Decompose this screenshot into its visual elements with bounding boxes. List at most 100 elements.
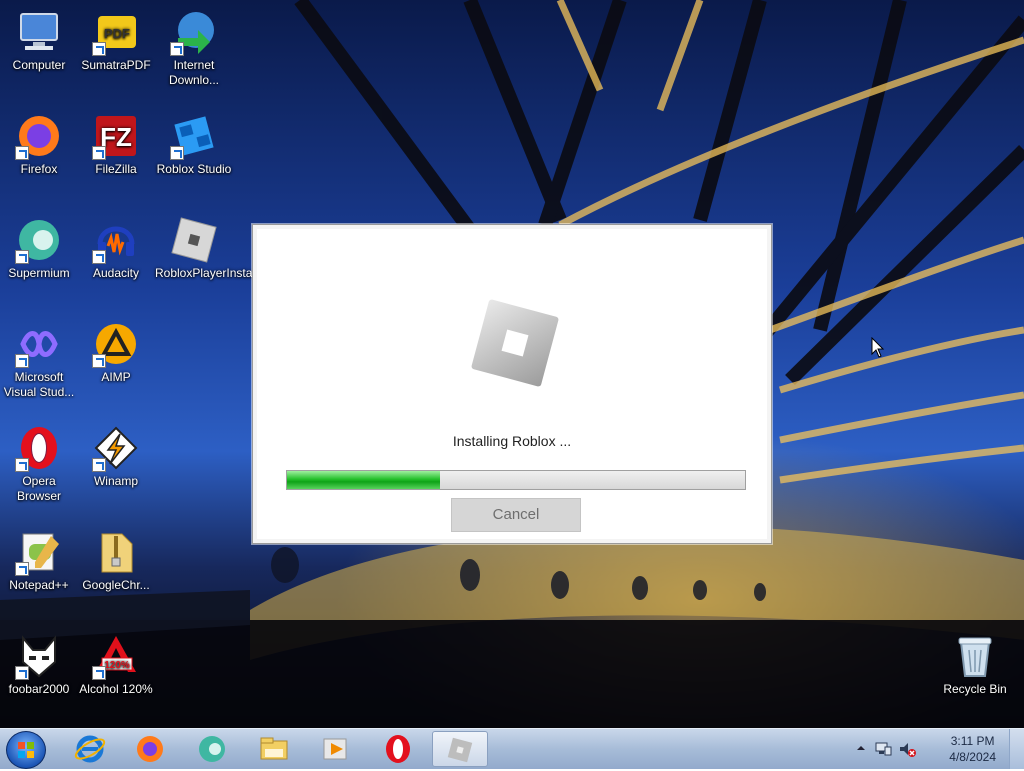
svg-text:PDF: PDF — [104, 26, 130, 41]
show-hidden-icons-chevron-icon[interactable] — [856, 743, 866, 753]
notepad-plus-plus-icon — [15, 528, 63, 576]
taskbar-clock[interactable]: 3:11 PM 4/8/2024 — [949, 733, 996, 765]
install-status-text: Installing Roblox ... — [452, 433, 572, 449]
icon-label: RobloxPlayerInstaller — [155, 266, 269, 280]
network-icon[interactable] — [874, 740, 892, 758]
taskbar-internet-explorer[interactable] — [62, 731, 118, 767]
shortcut-arrow-icon — [92, 354, 106, 368]
desktop-icon-roblox-player-installer[interactable]: RobloxPlayerInstaller — [155, 210, 269, 281]
install-progress-bar — [286, 470, 746, 490]
icon-label: foobar2000 — [8, 682, 70, 696]
desktop-icon-notepad-plus-plus[interactable]: Notepad++ — [0, 522, 78, 593]
shortcut-arrow-icon — [92, 250, 106, 264]
firefox-icon — [15, 112, 63, 160]
desktop-icon-filezilla[interactable]: FZ FileZilla — [77, 106, 155, 177]
desktop-icon-supermium[interactable]: Supermium — [0, 210, 78, 281]
desktop: Computer Firefox Supermium Microsoft Vis… — [0, 0, 1024, 728]
icon-label: Winamp — [93, 474, 138, 488]
zip-folder-icon — [92, 528, 140, 576]
desktop-icon-roblox-studio[interactable]: Roblox Studio — [155, 106, 233, 177]
audacity-icon — [92, 216, 140, 264]
desktop-icon-opera[interactable]: Opera Browser — [0, 418, 78, 504]
shortcut-arrow-icon — [92, 42, 106, 56]
shortcut-arrow-icon — [15, 146, 29, 160]
shortcut-arrow-icon — [15, 354, 29, 368]
icon-label: Supermium — [8, 266, 70, 280]
winamp-icon — [92, 424, 140, 472]
shortcut-arrow-icon — [15, 666, 29, 680]
system-tray: 3:11 PM 4/8/2024 — [854, 729, 1024, 769]
icon-label: Firefox — [20, 162, 58, 176]
icon-label: Opera Browser — [16, 474, 61, 503]
filezilla-icon: FZ — [92, 112, 140, 160]
roblox-installer-icon — [170, 216, 218, 264]
icon-label: Alcohol 120% — [79, 682, 153, 696]
opera-icon — [386, 735, 410, 763]
start-button[interactable] — [6, 731, 46, 769]
shortcut-arrow-icon — [170, 42, 184, 56]
icon-label: SumatraPDF — [81, 58, 151, 72]
cancel-button[interactable]: Cancel — [451, 498, 581, 532]
supermium-icon — [15, 216, 63, 264]
svg-text:120%: 120% — [104, 660, 130, 671]
volume-muted-icon[interactable] — [898, 740, 916, 758]
windows-logo-icon — [18, 742, 34, 758]
roblox-studio-icon — [170, 112, 218, 160]
desktop-icon-aimp[interactable]: AIMP — [77, 314, 155, 385]
roblox-logo-icon — [470, 298, 560, 388]
clock-time: 3:11 PM — [950, 734, 995, 748]
desktop-icon-firefox[interactable]: Firefox — [0, 106, 78, 177]
taskbar: 3:11 PM 4/8/2024 — [0, 728, 1024, 769]
icon-label: AIMP — [101, 370, 131, 384]
icon-label: Notepad++ — [9, 578, 69, 592]
taskbar-file-explorer[interactable] — [246, 731, 302, 767]
shortcut-arrow-icon — [92, 146, 106, 160]
shortcut-arrow-icon — [15, 458, 29, 472]
dialog-body: Installing Roblox ... Cancel — [257, 229, 767, 539]
desktop-icon-internet-download-manager[interactable]: Internet Downlo... — [155, 2, 233, 88]
icon-label: Roblox Studio — [156, 162, 232, 176]
roblox-installer-dialog: Installing Roblox ... Cancel — [252, 224, 772, 544]
desktop-icon-sumatrapdf[interactable]: PDF SumatraPDF — [77, 2, 155, 73]
foobar2000-icon — [15, 632, 63, 680]
visual-studio-icon — [15, 320, 63, 368]
aimp-icon — [92, 320, 140, 368]
clock-date: 4/8/2024 — [949, 750, 996, 764]
install-progress-fill — [287, 471, 441, 489]
desktop-icon-foobar2000[interactable]: foobar2000 — [0, 626, 78, 697]
desktop-icon-computer[interactable]: Computer — [0, 2, 78, 73]
desktop-icon-visual-studio[interactable]: Microsoft Visual Stud... — [0, 314, 78, 400]
media-player-icon — [323, 738, 347, 760]
roblox-logo-hole — [501, 329, 529, 357]
shortcut-arrow-icon — [15, 562, 29, 576]
computer-icon — [15, 8, 63, 56]
icon-label: FileZilla — [95, 162, 137, 176]
roblox-installer-icon — [447, 737, 473, 763]
shortcut-arrow-icon — [92, 458, 106, 472]
download-manager-icon — [170, 8, 218, 56]
file-explorer-icon — [260, 737, 288, 760]
show-desktop-button[interactable] — [1009, 729, 1024, 769]
icon-label: Audacity — [92, 266, 140, 280]
icon-label: Recycle Bin — [943, 682, 1007, 696]
desktop-icon-audacity[interactable]: Audacity — [77, 210, 155, 281]
taskbar-roblox-installer[interactable] — [432, 731, 488, 767]
desktop-icon-googlechrome-zip[interactable]: GoogleChr... — [77, 522, 155, 593]
icon-label: GoogleChr... — [82, 578, 150, 592]
desktop-icon-alcohol-120[interactable]: 120% Alcohol 120% — [77, 626, 155, 697]
internet-explorer-icon — [74, 735, 106, 763]
opera-icon — [15, 424, 63, 472]
desktop-icon-winamp[interactable]: Winamp — [77, 418, 155, 489]
taskbar-media-player[interactable] — [308, 731, 364, 767]
icon-label: Computer — [12, 58, 66, 72]
icon-label: Microsoft Visual Stud... — [3, 370, 75, 399]
taskbar-supermium[interactable] — [184, 731, 240, 767]
shortcut-arrow-icon — [15, 250, 29, 264]
recycle-bin-icon — [951, 632, 999, 680]
alcohol-120-icon: 120% — [92, 632, 140, 680]
taskbar-firefox[interactable] — [122, 731, 178, 767]
taskbar-opera[interactable] — [370, 731, 426, 767]
supermium-icon — [199, 736, 225, 762]
shortcut-arrow-icon — [92, 666, 106, 680]
desktop-icon-recycle-bin[interactable]: Recycle Bin — [936, 626, 1014, 697]
